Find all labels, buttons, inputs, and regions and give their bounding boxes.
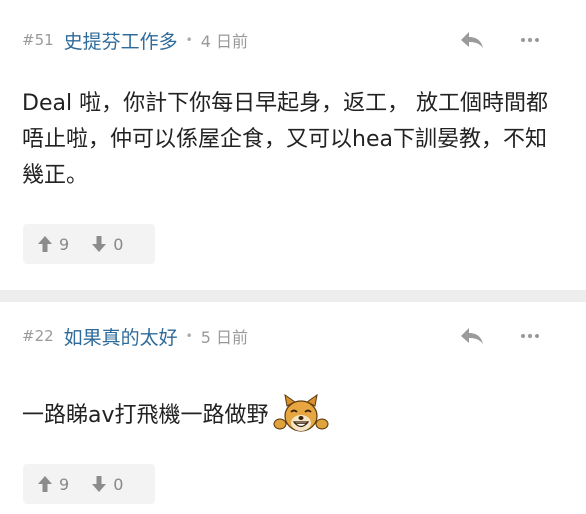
post-number: #51 xyxy=(22,31,54,49)
post-card: #22 如果真的太好 • 5 日前 一路睇av打飛機一路做野 9 0 xyxy=(0,302,586,514)
arrow-down-icon xyxy=(92,476,107,492)
meta-separator: • xyxy=(185,329,193,343)
post-content-text: 一路睇av打飛機一路做野 xyxy=(22,403,269,428)
upvote-count: 9 xyxy=(59,234,70,254)
arrow-down-icon xyxy=(92,236,107,252)
more-dots-icon xyxy=(521,334,525,338)
more-dots-icon xyxy=(521,38,525,42)
reply-arrow-icon xyxy=(461,328,483,344)
arrow-up-icon xyxy=(38,236,52,252)
meta-separator: • xyxy=(185,33,193,47)
post-number: #22 xyxy=(22,327,54,345)
post-content: Deal 啦，你計下你每日早起身，返工， 放工個時間都唔止啦，仲可以係屋企食，又… xyxy=(22,91,549,188)
post-content: 一路睇av打飛機一路做野 xyxy=(22,394,564,438)
post-divider xyxy=(0,290,586,302)
post-card: #51 史提芬工作多 • 4 日前 Deal 啦，你計下你每日早起身，返工， 放… xyxy=(0,0,586,290)
more-options-button[interactable] xyxy=(517,323,543,349)
post-time: 5 日前 xyxy=(200,328,249,347)
downvote-count: 0 xyxy=(113,474,124,494)
more-options-button[interactable] xyxy=(517,27,543,53)
vote-bar: 9 0 xyxy=(23,464,155,504)
upvote-button[interactable]: 9 xyxy=(23,475,69,494)
arrow-up-icon xyxy=(38,476,52,492)
reply-button[interactable] xyxy=(458,27,486,53)
downvote-button[interactable]: 0 xyxy=(69,235,123,254)
reply-button[interactable] xyxy=(458,323,486,349)
upvote-count: 9 xyxy=(59,474,70,494)
username-link[interactable]: 如果真的太好 xyxy=(64,323,178,350)
username-link[interactable]: 史提芬工作多 xyxy=(64,27,178,54)
reply-arrow-icon xyxy=(461,32,483,48)
post-time: 4 日前 xyxy=(200,32,249,51)
vote-bar: 9 0 xyxy=(23,224,155,264)
upvote-button[interactable]: 9 xyxy=(23,235,69,254)
downvote-count: 0 xyxy=(113,234,124,254)
dog-face-emoji-icon xyxy=(273,394,329,432)
downvote-button[interactable]: 0 xyxy=(69,475,123,494)
